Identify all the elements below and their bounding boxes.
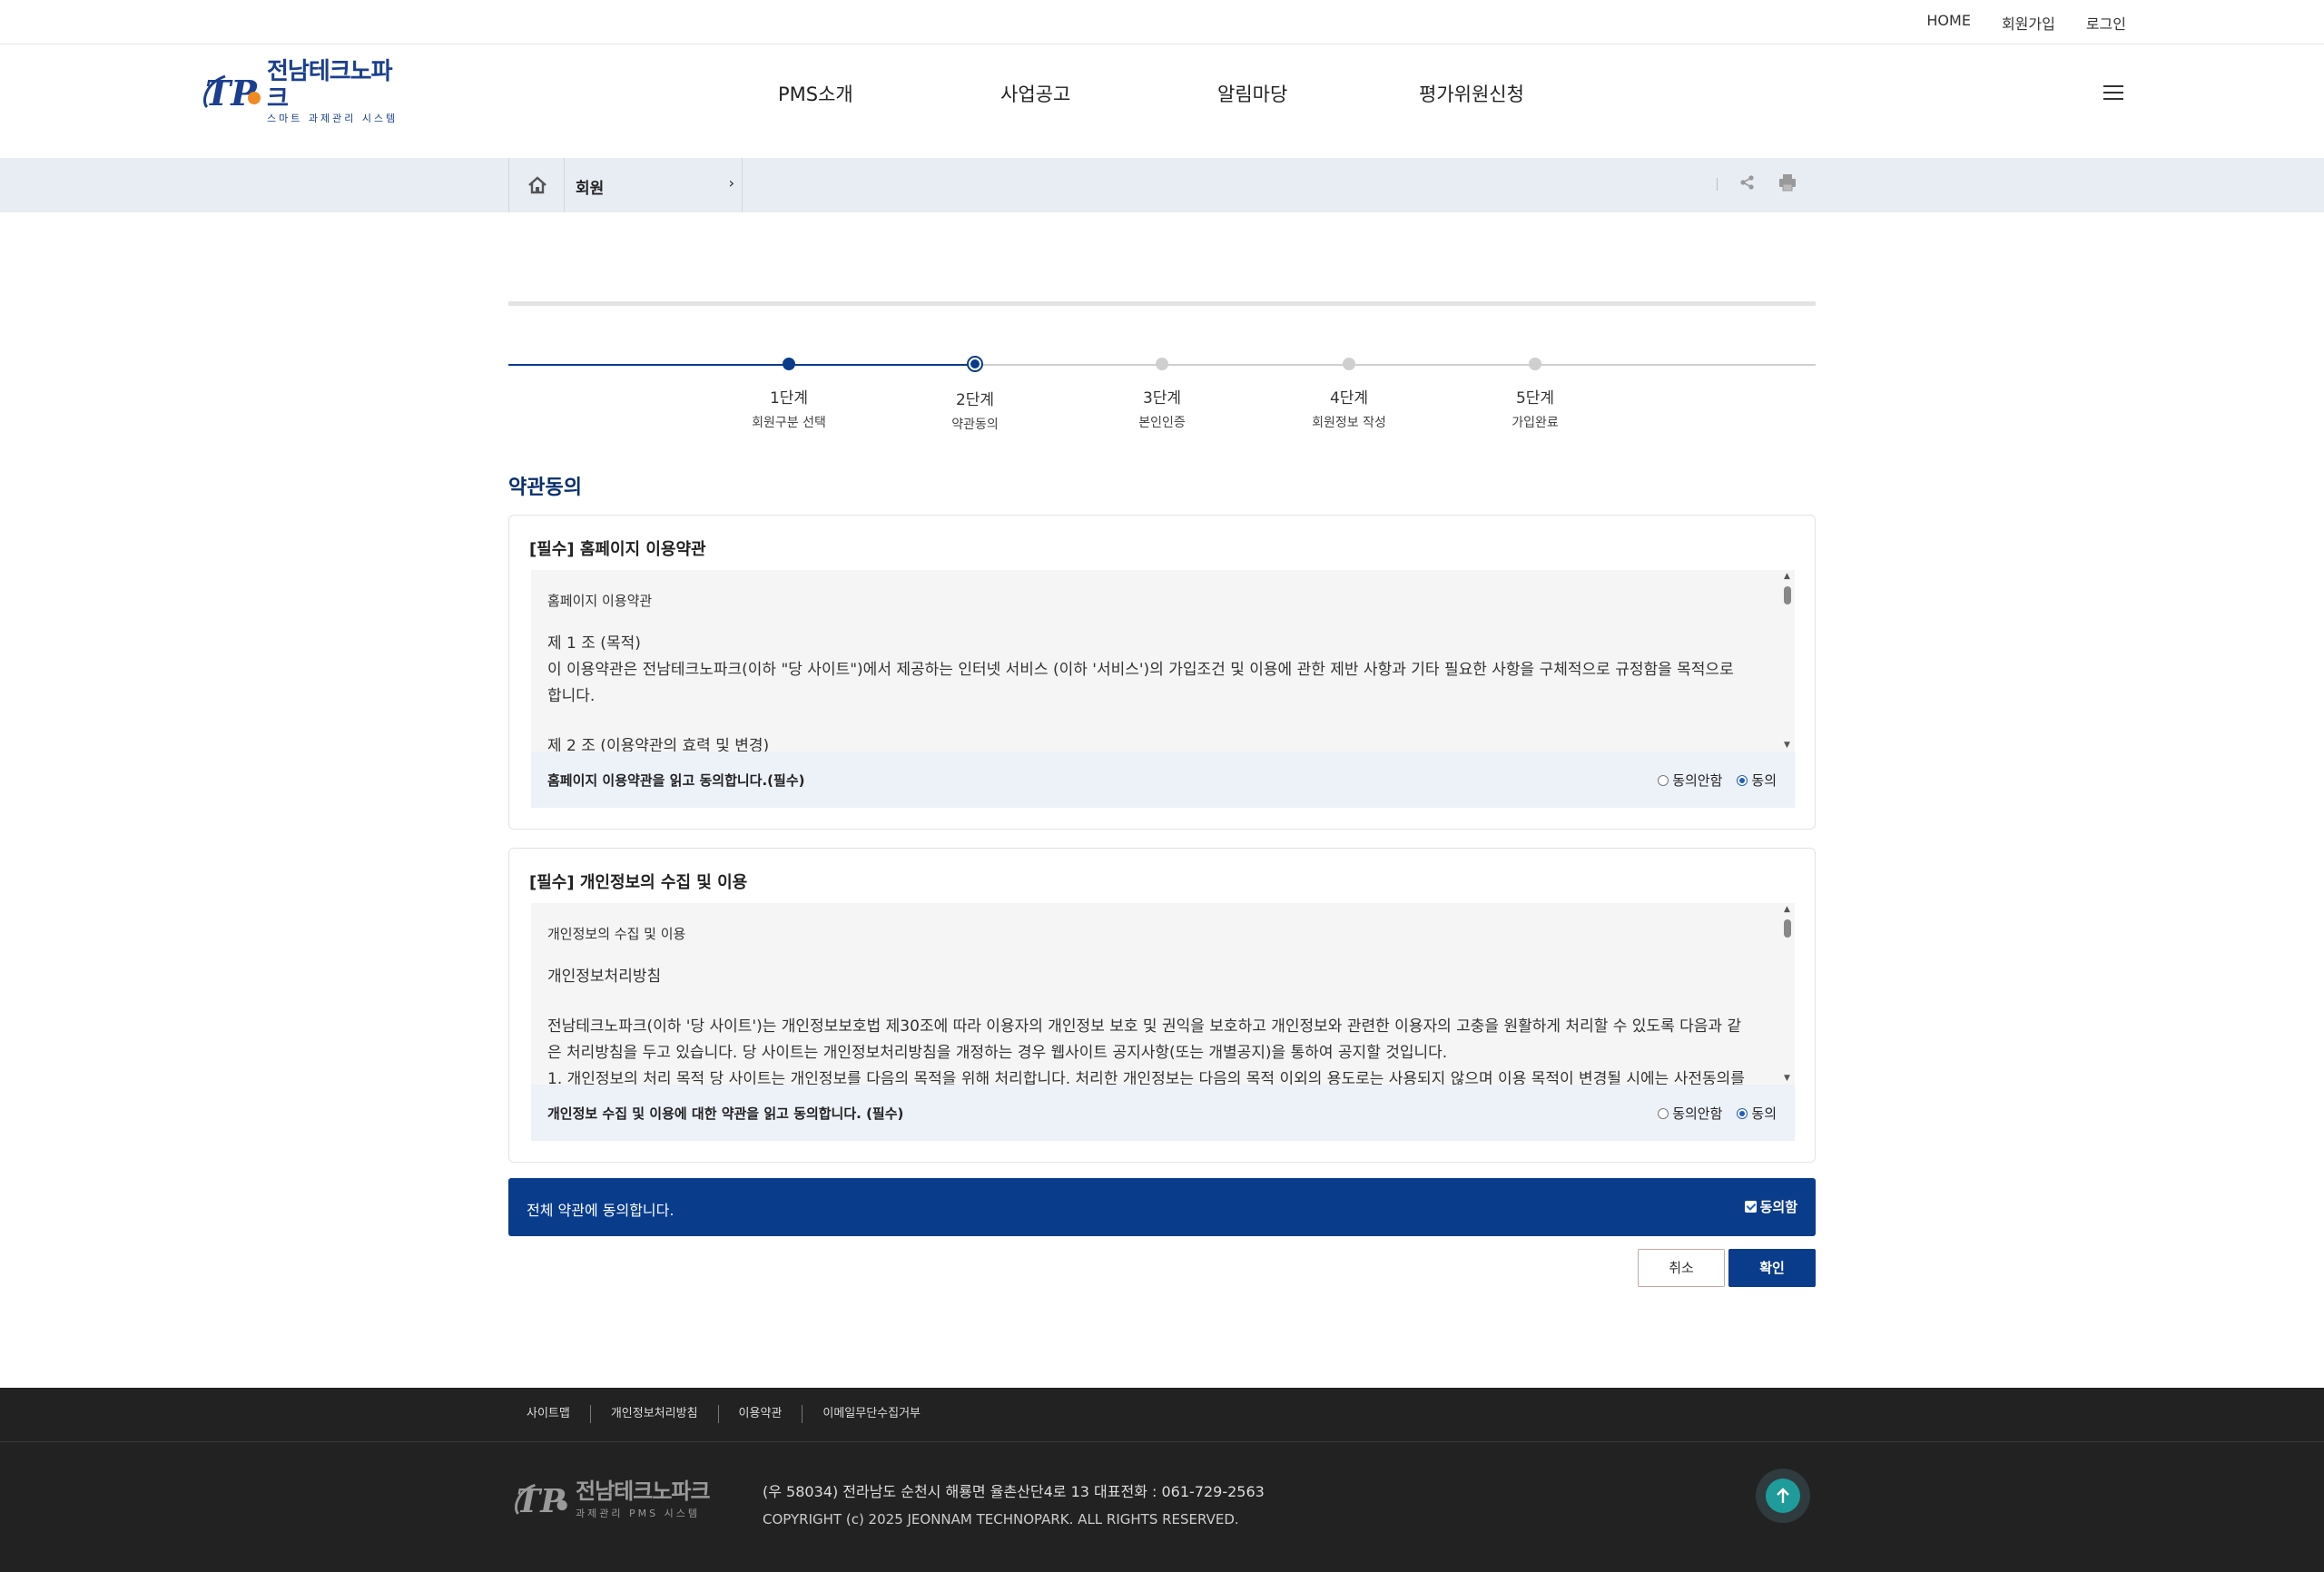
terms-article: 개인정보처리방침 (547, 968, 662, 986)
step-name: 회원구분 선택 (752, 416, 826, 430)
agree-row: 홈페이지 이용약관을 읽고 동의합니다.(필수) 동의안함 동의 (531, 752, 1795, 808)
section-title: 약관동의 (508, 477, 582, 499)
step-5: 5단계 가입완료 (1472, 357, 1599, 431)
agree-radio[interactable]: 동의 (1737, 771, 1777, 790)
print-icon[interactable] (1777, 173, 1797, 195)
scroll-down-icon[interactable]: ▼ (1784, 741, 1790, 750)
top-utility-bar: HOME 회원가입 로그인 (0, 0, 2324, 44)
footer-logo: TP 전남테크노파크 과제관리 PMS 시스템 (508, 1475, 711, 1524)
terms-box-privacy: [필수] 개인정보의 수집 및 이용 개인정보의 수집 및 이용 개인정보처리방… (508, 848, 1816, 1163)
all-agree-checkbox[interactable]: 동의함 (1744, 1197, 1797, 1216)
nav-item-notice-board[interactable]: 알림마당 (1217, 80, 1287, 107)
footer-link-terms[interactable]: 이용약관 (717, 1405, 803, 1423)
join-link[interactable]: 회원가입 (2002, 12, 2055, 34)
login-link[interactable]: 로그인 (2086, 12, 2126, 34)
main-nav: PMS소개 사업공고 알림마당 평가위원신청 (0, 80, 2324, 107)
step-4: 4단계 회원정보 작성 (1285, 357, 1413, 431)
terms-box-site: [필수] 홈페이지 이용약관 홈페이지 이용약관 제 1 조 (목적) 이 이용… (508, 515, 1816, 830)
share-icon[interactable] (1739, 174, 1756, 194)
footer-address: (우 58034) 전라남도 순천시 해룡면 율촌산단4로 13 대표전화 : … (763, 1483, 1265, 1500)
agree-question: 홈페이지 이용약관을 읽고 동의합니다.(필수) (547, 772, 805, 789)
step-number: 4단계 (1329, 389, 1369, 408)
scroll-up-icon[interactable]: ▲ (1784, 905, 1790, 914)
step-name: 본인인증 (1138, 416, 1186, 430)
nav-item-evaluator-apply[interactable]: 평가위원신청 (1419, 80, 1524, 107)
terms-title: [필수] 개인정보의 수집 및 이용 (529, 873, 748, 892)
disagree-radio[interactable]: 동의안함 (1658, 771, 1722, 790)
footer-link-sitemap[interactable]: 사이트맵 (527, 1405, 590, 1423)
terms-heading: 개인정보의 수집 및 이용 (547, 926, 686, 942)
footer-link-email-refusal[interactable]: 이메일무단수집거부 (802, 1405, 940, 1423)
agree-row: 개인정보 수집 및 이용에 대한 약관을 읽고 동의합니다. (필수) 동의안함… (531, 1085, 1795, 1141)
hamburger-icon[interactable] (2103, 85, 2123, 102)
home-icon[interactable] (508, 158, 565, 212)
footer-nav: 사이트맵 개인정보처리방침 이용약관 이메일무단수집거부 (0, 1388, 2324, 1442)
terms-body: 이 이용약관은 전남테크노파크(이하 "당 사이트")에서 제공하는 인터넷 서… (547, 661, 1734, 705)
terms-scroll-area[interactable]: 홈페이지 이용약관 제 1 조 (목적) 이 이용약관은 전남테크노파크(이하 … (531, 570, 1795, 752)
terms-heading: 홈페이지 이용약관 (547, 593, 653, 609)
step-1: 1단계 회원구분 선택 (725, 357, 852, 431)
step-name: 약관동의 (951, 418, 999, 432)
checkbox-label: 동의함 (1759, 1199, 1797, 1215)
utility-links: HOME 회원가입 로그인 (1926, 12, 2126, 34)
terms-article: 제 2 조 (이용약관의 효력 및 변경) (547, 737, 770, 752)
step-name: 회원정보 작성 (1312, 416, 1386, 430)
terms-article: 제 1 조 (목적) (547, 634, 641, 653)
footer-info: (우 58034) 전라남도 순천시 해룡면 율촌산단4로 13 대표전화 : … (763, 1479, 1265, 1533)
check-icon (1744, 1201, 1757, 1213)
disagree-radio[interactable]: 동의안함 (1658, 1104, 1722, 1123)
terms-title: [필수] 홈페이지 이용약관 (529, 540, 706, 559)
home-link[interactable]: HOME (1926, 12, 1971, 34)
location-bar: 회원 › (0, 158, 2324, 212)
content-divider (508, 301, 1816, 306)
radio-label: 동의안함 (1672, 1105, 1723, 1122)
chevron-right-icon: › (728, 174, 734, 192)
scroll-down-icon[interactable]: ▼ (1784, 1074, 1790, 1083)
tool-divider (1717, 178, 1718, 191)
scrollbar[interactable]: ▲ ▼ (1780, 570, 1795, 752)
site-header: TP 전남테크노파크 스마트 과제관리 시스템 PMS소개 사업공고 알림마당 … (0, 45, 2324, 158)
agree-radio[interactable]: 동의 (1737, 1104, 1777, 1123)
step-number: 5단계 (1515, 389, 1555, 408)
terms-body: 1. 개인정보의 처리 목적 당 사이트는 개인정보를 다음의 목적을 위해 처… (547, 1070, 1745, 1085)
all-agree-text: 전체 약관에 동의합니다. (527, 1202, 675, 1219)
cancel-button[interactable]: 취소 (1638, 1249, 1725, 1287)
site-footer: 사이트맵 개인정보처리방침 이용약관 이메일무단수집거부 TP 전남테크노파크 … (0, 1388, 2324, 1572)
terms-scroll-area[interactable]: 개인정보의 수집 및 이용 개인정보처리방침 전남테크노파크(이하 '당 사이트… (531, 903, 1795, 1085)
footer-logo-subtitle: 과제관리 PMS 시스템 (576, 1508, 700, 1519)
back-to-top-button[interactable] (1756, 1469, 1810, 1523)
footer-logo-mark: TP (515, 1483, 567, 1520)
radio-label: 동의 (1751, 1105, 1777, 1122)
logo-subtitle: 스마트 과제관리 시스템 (267, 113, 399, 124)
step-name: 가입완료 (1512, 416, 1559, 430)
nav-item-business-notice[interactable]: 사업공고 (1000, 80, 1070, 107)
join-steps: 1단계 회원구분 선택 2단계 약관동의 3단계 본인인증 4단계 회원정보 작… (508, 356, 1816, 437)
step-number: 2단계 (955, 391, 995, 409)
radio-label: 동의 (1751, 772, 1777, 789)
footer-link-privacy[interactable]: 개인정보처리방침 (589, 1405, 718, 1423)
breadcrumb-depth1[interactable]: 회원 › (565, 158, 743, 212)
agree-question: 개인정보 수집 및 이용에 대한 약관을 읽고 동의합니다. (필수) (547, 1105, 904, 1122)
step-number: 3단계 (1142, 389, 1182, 408)
step-2: 2단계 약관동의 (911, 356, 1039, 433)
step-3: 3단계 본인인증 (1098, 357, 1226, 431)
all-agree-bar: 전체 약관에 동의합니다. 동의함 (508, 1178, 1816, 1236)
confirm-button[interactable]: 확인 (1728, 1249, 1816, 1287)
terms-body: 전남테크노파크(이하 '당 사이트')는 개인정보보호법 제30조에 따라 이용… (547, 1017, 1742, 1062)
breadcrumb-label: 회원 (576, 180, 605, 198)
footer-logo-title: 전남테크노파크 (576, 1479, 711, 1504)
nav-item-pms-intro[interactable]: PMS소개 (778, 80, 853, 107)
radio-label: 동의안함 (1672, 772, 1723, 789)
step-number: 1단계 (769, 389, 809, 408)
svg-text:TP: TP (517, 1483, 566, 1520)
footer-copyright: COPYRIGHT (c) 2025 JEONNAM TECHNOPARK. A… (763, 1511, 1239, 1528)
scrollbar[interactable]: ▲ ▼ (1780, 903, 1795, 1085)
arrow-up-icon (1777, 1488, 1789, 1503)
scroll-up-icon[interactable]: ▲ (1784, 572, 1790, 581)
